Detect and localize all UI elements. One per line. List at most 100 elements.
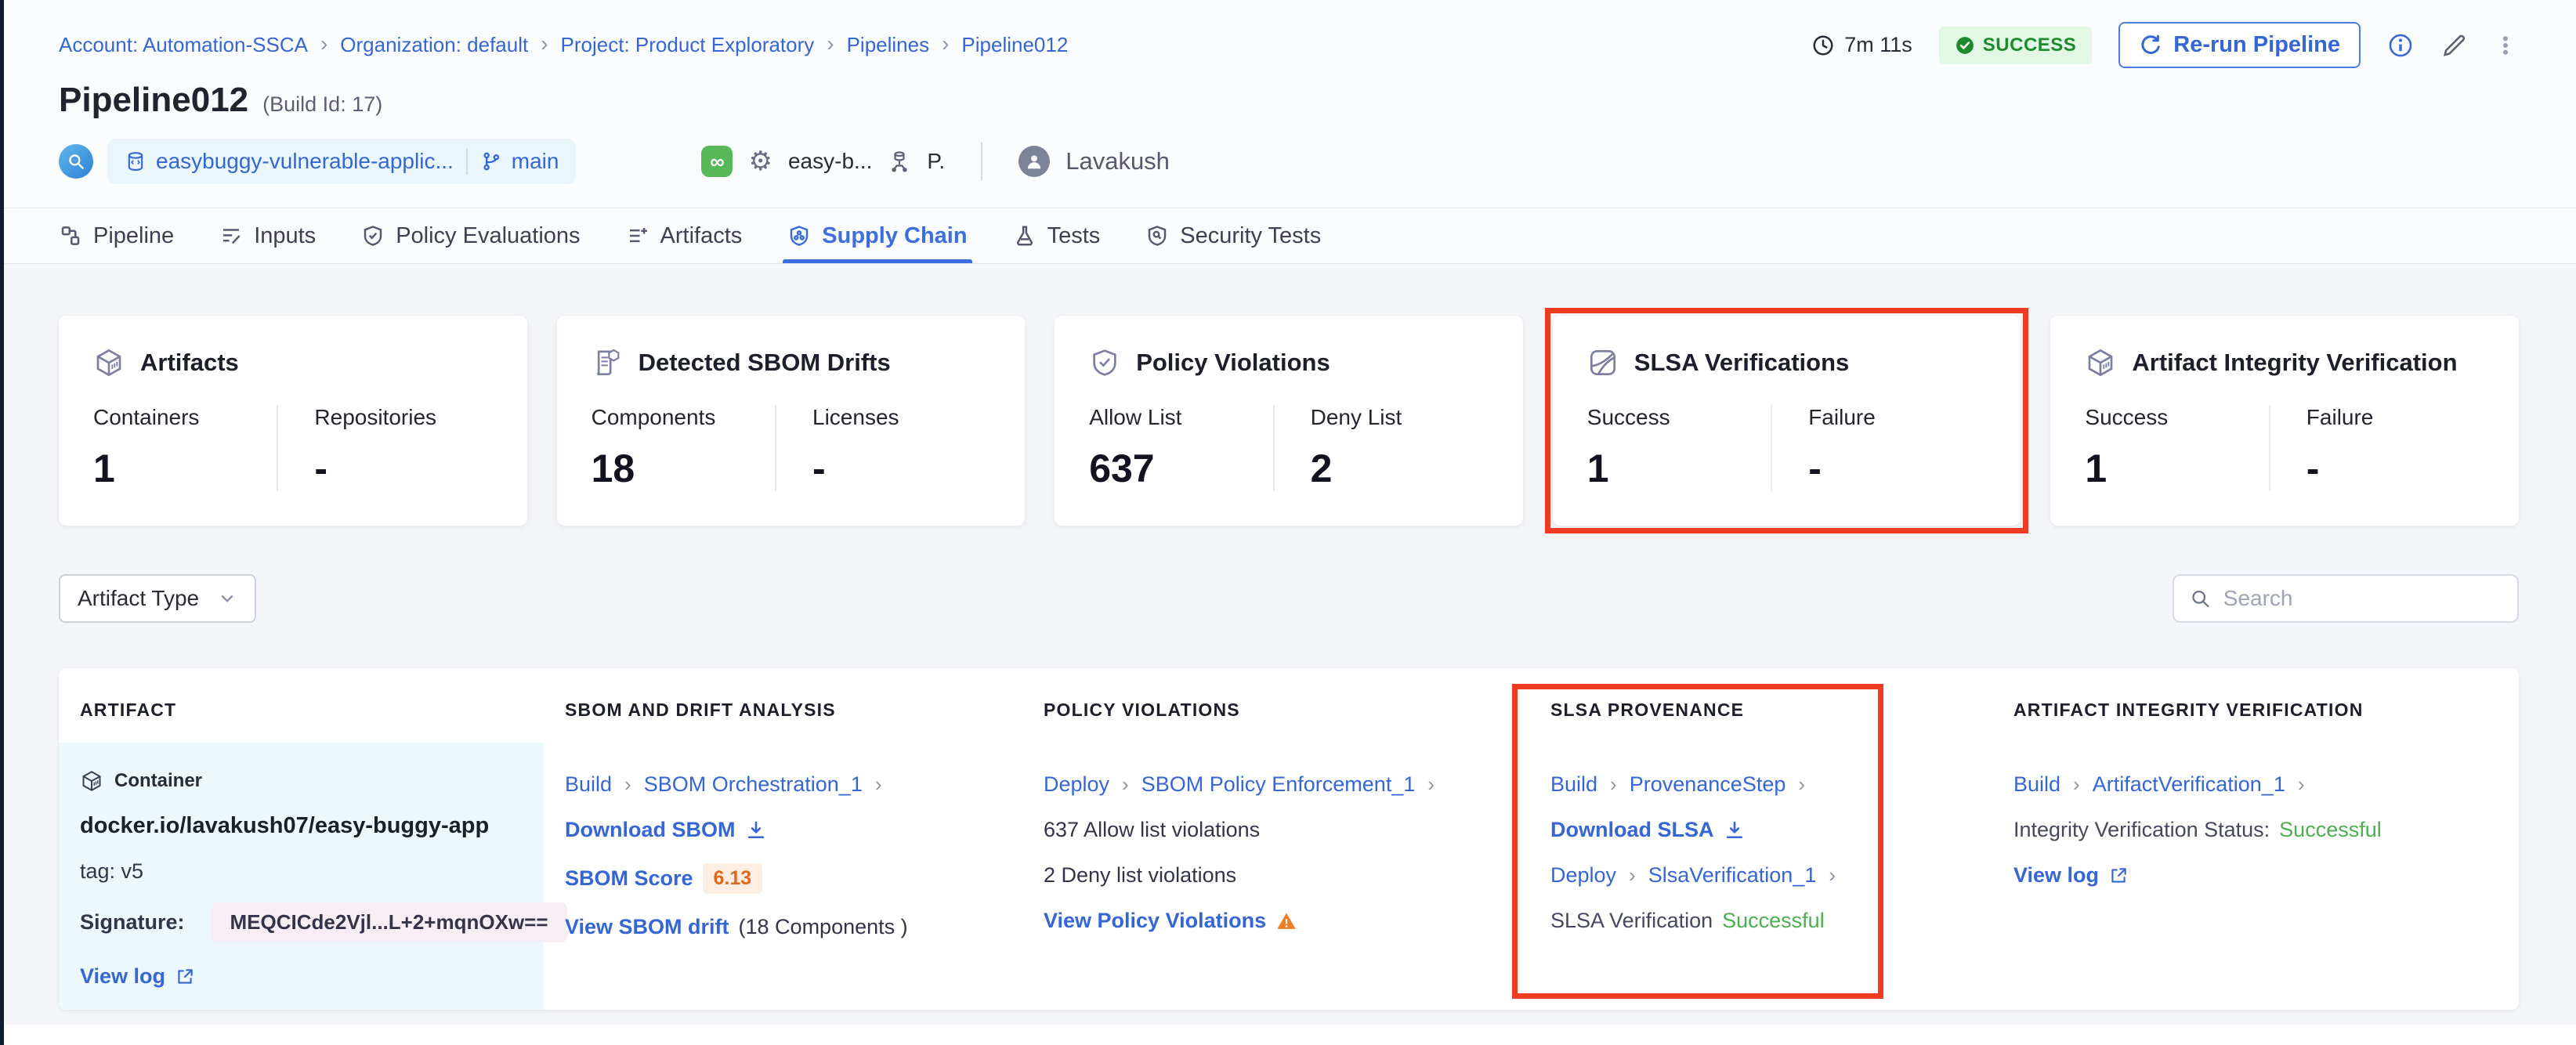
stat-value: - [812,447,826,490]
artifacts-table: ARTIFACT SBOM AND DRIFT ANALYSIS POLICY … [59,668,2519,1010]
artifact-view-log-link[interactable]: View log [80,964,165,989]
artifact-tag: tag: v5 [80,859,144,883]
signature-value: MEQCICde2Vjl...L+2+mqnOXw== [211,902,567,942]
tab-pipeline[interactable]: Pipeline [59,208,174,263]
bottom-strip [0,1025,2576,1045]
inputs-icon [223,229,241,244]
avatar [1018,146,1051,177]
tab-inputs[interactable]: Inputs [219,208,316,263]
branch-icon [483,152,499,171]
policy-violations-cell: Deploy › SBOM Policy Enforcement_1 › 637… [1022,743,1529,1010]
card-policy-violations: Policy Violations Allow List 637 Deny Li… [1055,316,1523,526]
breadcrumb-organization[interactable]: Organization: default [340,33,528,57]
policy-stage-link[interactable]: Deploy [1044,772,1109,797]
search-box [2173,574,2519,623]
supply-chain-panel: Artifacts Containers 1 Repositories - De… [0,264,2576,1010]
slsa-verification-label: SLSA Verification [1550,909,1713,932]
external-link-icon [178,968,193,984]
integrity-step-link[interactable]: ArtifactVerification_1 [2093,772,2285,797]
sbom-stage-link[interactable]: Build [565,772,612,797]
stat-label: Repositories [314,405,437,429]
card-slsa-verifications: SLSA Verifications Success 1 Failure - [1544,308,2029,533]
repository-icon [128,152,143,172]
container-cube-icon [82,771,101,791]
slsa-provenance-cell: Build › ProvenanceStep › Download SLSA D… [1529,743,1992,1010]
tests-flask-icon [1016,226,1033,246]
column-header-policy: POLICY VIOLATIONS [1044,700,1240,720]
slsa-build-stage-link[interactable]: Build [1550,772,1597,797]
artifact-type-select[interactable]: Artifact Type [59,574,256,623]
breadcrumb-pipeline012[interactable]: Pipeline012 [961,33,1068,57]
user-name: Lavakush [1065,147,1170,175]
tab-tests[interactable]: Tests [1013,208,1100,263]
card-artifact-integrity: Artifact Integrity Verification Success … [2050,316,2519,526]
card-artifacts: Artifacts Containers 1 Repositories - [59,316,527,526]
sbom-score-badge: 6.13 [702,863,763,894]
download-sbom-link[interactable]: Download SBOM [565,818,736,842]
download-icon [1726,821,1742,838]
column-header-integrity: ARTIFACT INTEGRITY VERIFICATION [2013,700,2364,720]
stat-label: Success [2085,405,2169,429]
slsa-verification-step-link[interactable]: SlsaVerification_1 [1648,863,1817,888]
gear-icon: ⚙ [748,146,772,176]
table-header-row: ARTIFACT SBOM AND DRIFT ANALYSIS POLICY … [59,668,2519,743]
table-row: Container docker.io/lavakush07/easy-bugg… [59,743,2519,1010]
user-icon [1028,155,1041,169]
breadcrumb-project[interactable]: Project: Product Exploratory [561,33,815,57]
tab-artifacts[interactable]: Artifacts [626,208,742,263]
stat-label: Deny List [1310,405,1402,429]
breadcrumb-account[interactable]: Account: Automation-SSCA [59,33,308,57]
stat-value: - [1808,447,1822,490]
supply-chain-icon [791,226,809,246]
chevron-right-icon: › [874,772,882,796]
download-slsa-link[interactable]: Download SLSA [1550,818,1714,842]
sbom-score-link[interactable]: SBOM Score [565,866,693,891]
slsa-deploy-stage-link[interactable]: Deploy [1550,863,1616,888]
more-options-button[interactable] [2494,32,2517,59]
column-header-sbom: SBOM AND DRIFT ANALYSIS [565,700,836,720]
chevron-right-icon: › [1122,772,1129,796]
build-id: (Build Id: 17) [262,92,383,116]
policy-step-link[interactable]: SBOM Policy Enforcement_1 [1141,772,1416,797]
rerun-pipeline-button[interactable]: Re-run Pipeline [2118,22,2361,68]
edit-pipeline-button[interactable] [2440,32,2467,59]
integrity-view-log-link[interactable]: View log [2013,863,2099,888]
stat-label: Allow List [1089,405,1182,429]
stat-value: 1 [1586,447,1609,490]
search-input[interactable] [2223,586,2502,611]
sbom-drift-components: (18 Components ) [738,915,908,938]
check-circle-icon [1956,36,1974,54]
breadcrumb-separator-icon: › [942,31,950,56]
stat-label: Containers [93,405,200,429]
tab-bar: Pipeline Inputs Policy Evaluations Artif… [0,208,2576,264]
stat-value: - [314,447,328,490]
page-title: Pipeline012 [59,81,249,119]
branch-link[interactable]: main [480,149,559,174]
stat-value: 18 [591,447,635,490]
view-sbom-drift-link[interactable]: View SBOM drift [565,915,729,939]
slsa-icon [1590,350,1615,376]
tab-policy-evaluations[interactable]: Policy Evaluations [361,208,581,263]
signature-label: Signature: [80,910,185,934]
integrity-stage-link[interactable]: Build [2013,772,2060,797]
info-button[interactable] [2387,32,2414,59]
security-tests-icon [1149,226,1167,246]
view-policy-violations-link[interactable]: View Policy Violations [1044,909,1266,933]
tab-supply-chain[interactable]: Supply Chain [783,208,972,263]
column-header-slsa: SLSA PROVENANCE [1550,700,1745,720]
card-sbom-drifts: Detected SBOM Drifts Components 18 Licen… [556,316,1026,526]
trigger-name: easy-b... [787,149,873,173]
collapsed-sidebar-edge [0,0,4,1045]
breadcrumb-pipelines[interactable]: Pipelines [847,33,930,57]
slsa-verification-status: Successful [1722,909,1825,932]
chevron-right-icon: › [1629,863,1636,887]
status-badge: SUCCESS [1938,26,2093,64]
sbom-document-icon [596,349,620,375]
tab-security-tests[interactable]: Security Tests [1145,208,1321,263]
page-header: Account: Automation-SSCA › Organization:… [0,0,2576,208]
pill-divider [465,148,468,175]
execution-trigger-icon [59,144,93,179]
repo-link[interactable]: easybuggy-vulnerable-applic... [125,149,454,174]
provenance-step-link[interactable]: ProvenanceStep [1630,772,1786,797]
sbom-step-link[interactable]: SBOM Orchestration_1 [644,772,863,797]
